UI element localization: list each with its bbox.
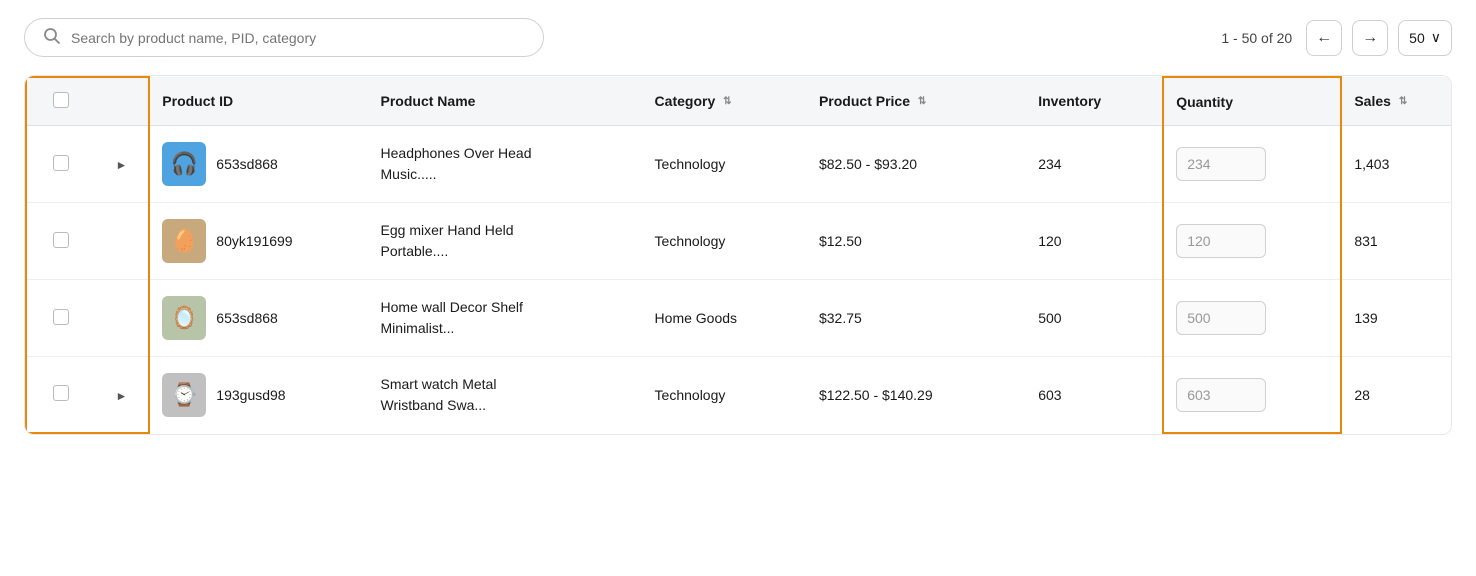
table-row: 🪞 653sd868 Home wall Decor ShelfMinimali… — [26, 280, 1451, 357]
row-product-price-cell: $12.50 — [807, 203, 1026, 280]
row-checkbox[interactable] — [53, 232, 69, 248]
search-bar-row: 1 - 50 of 20 ← → 50 ∨ — [24, 18, 1452, 57]
search-icon — [43, 27, 61, 48]
sort-arrows-price: ⇅ — [918, 97, 926, 107]
pagination-controls: 1 - 50 of 20 ← → 50 ∨ — [1221, 20, 1452, 56]
row-category-cell: Technology — [643, 126, 807, 203]
row-expand-cell: ► — [95, 357, 150, 434]
page-wrapper: 1 - 50 of 20 ← → 50 ∨ Product ID Product… — [0, 0, 1476, 453]
product-id-value: 653sd868 — [216, 310, 278, 326]
col-header-quantity: Quantity — [1163, 77, 1341, 126]
row-product-price-cell: $82.50 - $93.20 — [807, 126, 1026, 203]
expand-arrow[interactable]: ► — [115, 158, 127, 172]
expand-arrow[interactable]: ► — [115, 389, 127, 403]
sort-arrows-sales: ⇅ — [1399, 97, 1407, 107]
row-product-name-cell: Headphones Over HeadMusic..... — [369, 126, 643, 203]
row-expand-cell — [95, 203, 150, 280]
row-checkbox-cell — [26, 357, 95, 434]
table-body: ► 🎧 653sd868 Headphones Over HeadMusic..… — [26, 126, 1451, 434]
row-inventory-cell: 120 — [1026, 203, 1163, 280]
row-category-cell: Technology — [643, 357, 807, 434]
table-row: 🥚 80yk191699 Egg mixer Hand HeldPortable… — [26, 203, 1451, 280]
table-row: ► 🎧 653sd868 Headphones Over HeadMusic..… — [26, 126, 1451, 203]
prev-page-button[interactable]: ← — [1306, 20, 1342, 56]
row-product-name-cell: Home wall Decor ShelfMinimalist... — [369, 280, 643, 357]
row-checkbox[interactable] — [53, 155, 69, 171]
per-page-value: 50 — [1409, 30, 1425, 46]
search-input[interactable] — [71, 30, 525, 46]
quantity-input[interactable] — [1176, 301, 1266, 335]
next-page-button[interactable]: → — [1352, 20, 1388, 56]
quantity-input[interactable] — [1176, 224, 1266, 258]
col-header-inventory: Inventory — [1026, 77, 1163, 126]
row-checkbox-cell — [26, 280, 95, 357]
col-header-product-price[interactable]: Product Price ⇅ — [807, 77, 1026, 126]
col-header-checkbox — [26, 77, 95, 126]
row-category-cell: Technology — [643, 203, 807, 280]
row-checkbox[interactable] — [53, 385, 69, 401]
quantity-input[interactable] — [1176, 147, 1266, 181]
product-id-value: 193gusd98 — [216, 387, 285, 403]
quantity-input[interactable] — [1176, 378, 1266, 412]
table-row: ► ⌚ 193gusd98 Smart watch MetalWristband… — [26, 357, 1451, 434]
product-table: Product ID Product Name Category ⇅ Produ… — [25, 76, 1451, 434]
col-header-sales[interactable]: Sales ⇅ — [1341, 77, 1451, 126]
row-inventory-cell: 603 — [1026, 357, 1163, 434]
product-image: ⌚ — [162, 373, 206, 417]
row-quantity-cell — [1163, 203, 1341, 280]
col-header-category[interactable]: Category ⇅ — [643, 77, 807, 126]
product-table-container: Product ID Product Name Category ⇅ Produ… — [24, 75, 1452, 435]
row-quantity-cell — [1163, 280, 1341, 357]
row-expand-cell — [95, 280, 150, 357]
col-header-product-id: Product ID — [149, 77, 368, 126]
row-product-price-cell: $122.50 - $140.29 — [807, 357, 1026, 434]
header-checkbox[interactable] — [53, 92, 69, 108]
row-sales-cell: 1,403 — [1341, 126, 1451, 203]
row-product-id-cell: 🥚 80yk191699 — [149, 203, 368, 280]
pagination-info: 1 - 50 of 20 — [1221, 30, 1292, 46]
row-product-name-cell: Smart watch MetalWristband Swa... — [369, 357, 643, 434]
sort-arrows-category: ⇅ — [723, 97, 731, 107]
row-inventory-cell: 234 — [1026, 126, 1163, 203]
product-image: 🎧 — [162, 142, 206, 186]
per-page-chevron: ∨ — [1431, 29, 1441, 46]
search-bar — [24, 18, 544, 57]
row-product-name-cell: Egg mixer Hand HeldPortable.... — [369, 203, 643, 280]
row-expand-cell: ► — [95, 126, 150, 203]
row-checkbox[interactable] — [53, 309, 69, 325]
row-sales-cell: 139 — [1341, 280, 1451, 357]
product-id-value: 80yk191699 — [216, 233, 292, 249]
product-id-value: 653sd868 — [216, 156, 278, 172]
row-quantity-cell — [1163, 126, 1341, 203]
col-header-expand — [95, 77, 150, 126]
row-product-id-cell: ⌚ 193gusd98 — [149, 357, 368, 434]
table-header-row: Product ID Product Name Category ⇅ Produ… — [26, 77, 1451, 126]
product-image: 🪞 — [162, 296, 206, 340]
row-checkbox-cell — [26, 126, 95, 203]
row-product-id-cell: 🎧 653sd868 — [149, 126, 368, 203]
row-checkbox-cell — [26, 203, 95, 280]
row-inventory-cell: 500 — [1026, 280, 1163, 357]
row-category-cell: Home Goods — [643, 280, 807, 357]
per-page-select[interactable]: 50 ∨ — [1398, 20, 1452, 56]
row-sales-cell: 831 — [1341, 203, 1451, 280]
row-product-price-cell: $32.75 — [807, 280, 1026, 357]
row-sales-cell: 28 — [1341, 357, 1451, 434]
row-product-id-cell: 🪞 653sd868 — [149, 280, 368, 357]
product-image: 🥚 — [162, 219, 206, 263]
row-quantity-cell — [1163, 357, 1341, 434]
col-header-product-name: Product Name — [369, 77, 643, 126]
